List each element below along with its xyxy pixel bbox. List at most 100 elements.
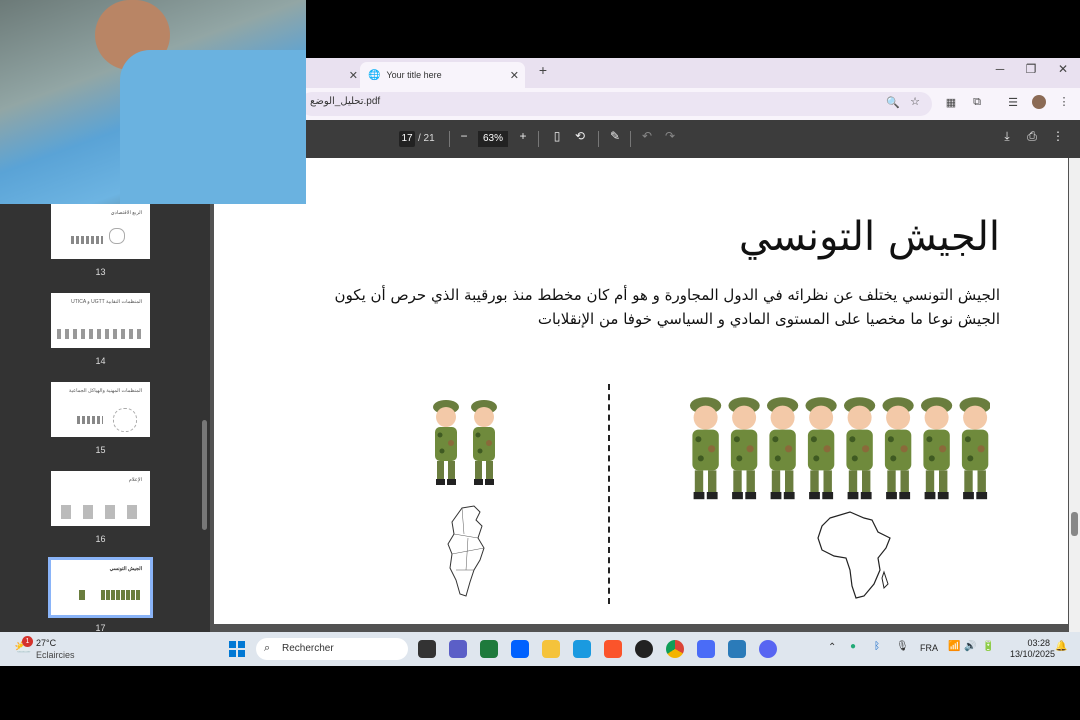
search-icon: ⌕ <box>264 642 271 654</box>
thumbnail-title: الإعلام <box>128 477 142 483</box>
zoom-in-button[interactable]: + <box>514 129 532 143</box>
tunisia-map-icon <box>447 505 485 597</box>
date: 13/10/2025 <box>1010 649 1056 659</box>
thumbnail-title: UTICA و UGTT المنظمات النقابية <box>71 299 142 305</box>
store-icon[interactable] <box>480 640 498 658</box>
thumbnail-page-17[interactable]: الجيش التونسي <box>48 557 153 618</box>
media-icon[interactable]: ☰ <box>1004 96 1022 109</box>
time: 03:28 <box>1027 638 1050 648</box>
close-tab-icon[interactable]: ✕ <box>349 69 358 82</box>
thumbnail-number: 16 <box>95 534 106 544</box>
dropbox-icon[interactable] <box>511 640 529 658</box>
windows-start-icon[interactable] <box>229 641 245 657</box>
soldiers-right-illustration <box>690 397 990 500</box>
undo-icon[interactable]: ↶ <box>638 129 656 143</box>
soldier-figure <box>882 397 914 500</box>
thumbnail-page-14[interactable]: UTICA و UGTT المنظمات النقابية <box>51 293 150 348</box>
soldier-figure <box>728 397 760 500</box>
tab-active[interactable]: 🌐 Your title here ✕ <box>360 62 525 88</box>
thumbnail-figure <box>113 408 137 432</box>
minimize-button[interactable]: ─ <box>990 62 1010 76</box>
task-view-icon[interactable] <box>418 640 436 658</box>
battery-icon[interactable]: 🔋 <box>982 641 994 652</box>
soldier-figure <box>959 397 990 500</box>
teams-icon[interactable] <box>449 640 467 658</box>
zoom-icon[interactable]: 🔍 <box>884 96 902 109</box>
app-icon[interactable] <box>728 640 746 658</box>
thumbnail-number: 15 <box>95 445 106 455</box>
close-window-button[interactable]: ✕ <box>1053 62 1073 76</box>
restore-button[interactable]: ❐ <box>1021 62 1041 76</box>
page-total: / 21 <box>418 133 435 144</box>
file-explorer-icon[interactable] <box>542 640 560 658</box>
remote-desktop-icon[interactable] <box>573 640 591 658</box>
chrome-menu-icon[interactable]: ⋮ <box>1055 95 1073 108</box>
soldier-figure <box>921 397 953 500</box>
profile-avatar[interactable] <box>1032 95 1046 109</box>
zoom-out-button[interactable]: − <box>455 129 473 143</box>
app-icon[interactable] <box>697 640 715 658</box>
divider <box>630 131 631 147</box>
thumbnail-figure <box>101 590 141 600</box>
thumbnail-figure <box>57 329 143 339</box>
wifi-icon[interactable]: 📶 <box>948 641 960 652</box>
thumbnail-number: 14 <box>95 356 106 366</box>
language-indicator[interactable]: FRA <box>920 643 938 653</box>
weather-temp[interactable]: 27°C <box>36 638 56 648</box>
tray-app-icon[interactable]: ● <box>850 641 856 652</box>
thumbnail-title: المنظمات المهنية والهياكل الجماعية <box>68 388 142 394</box>
tab-title: Your title here <box>386 70 442 80</box>
thumbnail-figure <box>79 590 85 600</box>
address-bar[interactable] <box>300 92 932 116</box>
fit-page-icon[interactable]: ▯ <box>548 129 566 143</box>
slide-body: الجيش التونسي يختلف عن نظرائه في الدول ا… <box>334 286 1000 328</box>
thumbnail-page-13[interactable]: الربع الاقتصادي <box>51 204 150 259</box>
divider <box>598 131 599 147</box>
rotate-icon[interactable]: ⟲ <box>571 129 589 143</box>
soldier-figure <box>690 397 722 500</box>
taskbar-search[interactable]: ⌕ Rechercher <box>256 638 408 660</box>
zoom-level-input[interactable]: 63% <box>478 131 508 147</box>
download-icon[interactable]: ⤓ <box>998 129 1016 144</box>
tab-previous[interactable]: ✕ <box>306 62 358 88</box>
thumbnail-page-15[interactable]: المنظمات المهنية والهياكل الجماعية <box>51 382 150 437</box>
soldier-figure <box>433 400 459 485</box>
new-tab-button[interactable]: + <box>533 62 553 78</box>
more-options-icon[interactable]: ⋮ <box>1049 129 1067 143</box>
redo-icon[interactable]: ↷ <box>661 129 679 143</box>
discord-icon[interactable] <box>759 640 777 658</box>
soldier-figure <box>805 397 837 500</box>
bookmark-star-icon[interactable]: ☆ <box>906 95 924 108</box>
globe-icon: 🌐 <box>368 69 381 81</box>
weather-desc[interactable]: Eclaircies <box>36 650 75 660</box>
slide-title: الجيش التونسي <box>738 214 1000 260</box>
search-placeholder: Rechercher <box>282 643 334 654</box>
page-number-input[interactable]: 17 <box>399 131 415 147</box>
clock[interactable]: 03:28 13/10/2025 <box>1010 638 1056 660</box>
viewer-scrollbar[interactable] <box>1069 158 1080 632</box>
bluetooth-icon[interactable]: ᛒ <box>874 641 880 652</box>
extension-icon[interactable]: ▦ <box>942 96 960 109</box>
close-tab-icon[interactable]: ✕ <box>510 69 519 82</box>
thumbnail-page-16[interactable]: الإعلام <box>51 471 150 526</box>
chevron-up-icon[interactable]: ⌃ <box>828 642 836 653</box>
sidebar-scrollbar[interactable] <box>202 420 207 530</box>
shirt-shape <box>120 50 306 204</box>
annotate-icon[interactable]: ✎ <box>606 129 624 143</box>
microphone-icon[interactable]: 🎙 <box>896 641 909 652</box>
dashed-divider <box>608 384 610 604</box>
thumbnail-figure <box>109 228 125 244</box>
chrome-icon[interactable] <box>666 640 684 658</box>
notification-icon[interactable]: 🔔 <box>1055 641 1067 652</box>
thumbnail-figure <box>77 416 103 424</box>
weather-badge: 1 <box>22 636 33 647</box>
obs-icon[interactable] <box>635 640 653 658</box>
address-text[interactable]: تحليل_الوضع.pdf <box>310 96 380 107</box>
volume-icon[interactable]: 🔊 <box>964 641 976 652</box>
scrollbar-thumb[interactable] <box>1071 512 1078 536</box>
puzzle-icon[interactable]: ⧉ <box>968 96 986 109</box>
print-icon[interactable]: ⎙ <box>1023 129 1041 144</box>
soldier-figure <box>767 397 799 500</box>
thumbnail-number: 17 <box>95 623 106 632</box>
brave-icon[interactable] <box>604 640 622 658</box>
